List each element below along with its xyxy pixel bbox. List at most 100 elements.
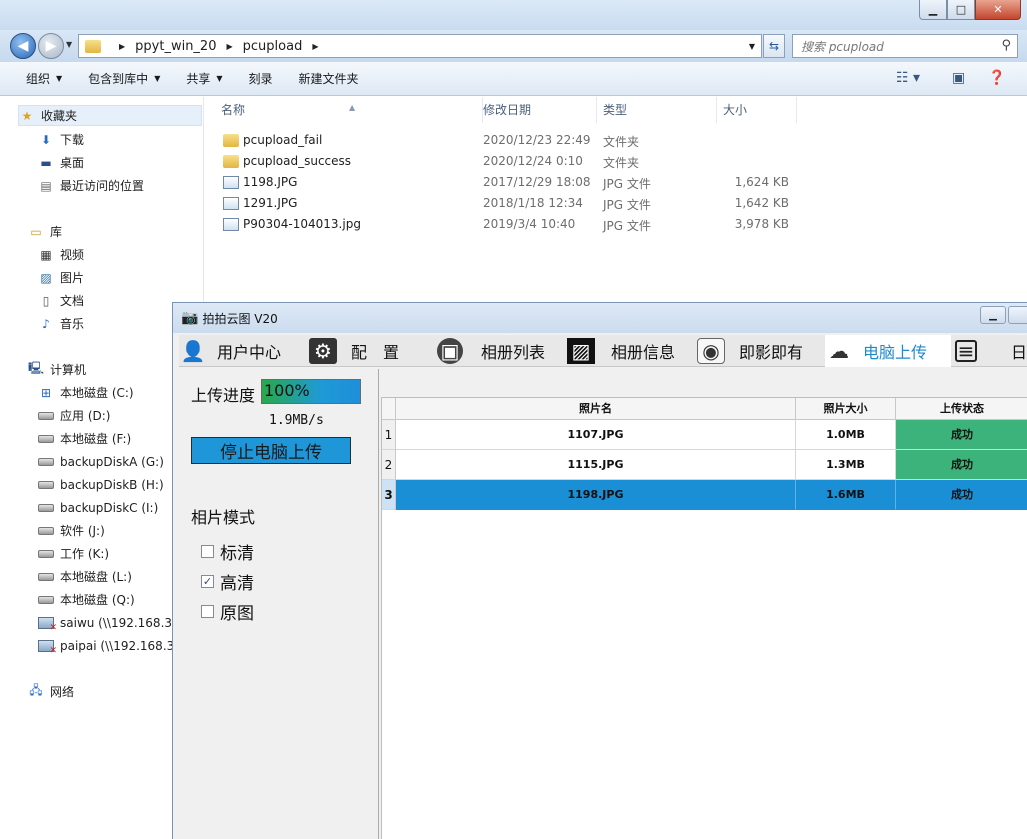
column-header-size[interactable]: 大小 bbox=[715, 97, 797, 123]
checkbox[interactable]: ✓ bbox=[201, 575, 214, 588]
nav-drive-l[interactable]: 本地磁盘 (L:) bbox=[38, 566, 132, 587]
table-row[interactable]: 1 1107.JPG 1.0MB 成功 bbox=[382, 420, 1027, 450]
file-row[interactable]: P90304-104013.jpg 2019/3/4 10:40 JPG 文件 … bbox=[205, 214, 1027, 235]
help-icon[interactable]: ❓ bbox=[988, 70, 1005, 86]
drive-icon bbox=[38, 409, 54, 423]
command-label: 共享 bbox=[186, 72, 211, 86]
tab-settings[interactable]: ⚙ 配 置 bbox=[309, 335, 435, 367]
image-file-icon bbox=[223, 176, 239, 189]
checkbox[interactable] bbox=[201, 545, 214, 558]
nav-music[interactable]: ♪ 音乐 bbox=[38, 313, 84, 334]
forward-button[interactable]: ▶ bbox=[38, 33, 64, 59]
column-header-photo-size[interactable]: 照片大小 bbox=[796, 398, 896, 420]
column-label: 大小 bbox=[723, 103, 748, 117]
column-header-date[interactable]: 修改日期 bbox=[475, 97, 597, 123]
address-dropdown-icon[interactable]: ▼ bbox=[749, 42, 755, 51]
tab-user-center[interactable]: 👤 用户中心 bbox=[179, 335, 307, 367]
file-row[interactable]: 1291.JPG 2018/1/18 12:34 JPG 文件 1,642 KB bbox=[205, 193, 1027, 214]
recent-pages-dropdown[interactable]: ▼ bbox=[66, 40, 72, 49]
tab-label: 日 bbox=[1011, 343, 1027, 362]
nav-computer[interactable]: 🖳 计算机 bbox=[28, 359, 86, 380]
column-header-name[interactable]: 名称 ▲ bbox=[213, 97, 483, 123]
file-size: 3,978 KB bbox=[734, 217, 789, 231]
file-row[interactable]: 1198.JPG 2017/12/29 18:08 JPG 文件 1,624 K… bbox=[205, 172, 1027, 193]
nav-drive-d[interactable]: 应用 (D:) bbox=[38, 405, 110, 426]
new-folder-button[interactable]: 新建文件夹 bbox=[299, 70, 359, 87]
breadcrumb-item[interactable]: ppyt_win_20 bbox=[135, 39, 216, 54]
list-icon: ≡ bbox=[955, 339, 977, 363]
address-bar[interactable]: ▶ ppyt_win_20 ▶ pcupload ▶ ▼ bbox=[78, 34, 762, 58]
close-button[interactable]: ✕ bbox=[975, 0, 1021, 20]
nav-favorites[interactable]: ★ 收藏夹 bbox=[18, 105, 202, 126]
checkbox[interactable] bbox=[201, 605, 214, 618]
row-index: 1 bbox=[382, 420, 396, 450]
mode-hd-checkbox[interactable]: ✓ 高清 bbox=[201, 569, 254, 594]
sort-ascending-icon: ▲ bbox=[349, 103, 356, 112]
burn-button[interactable]: 刻录 bbox=[249, 70, 273, 87]
search-icon[interactable]: ⚲ bbox=[1001, 38, 1011, 53]
camera-app-icon: 📷 bbox=[181, 310, 199, 326]
nav-drive-j[interactable]: 软件 (J:) bbox=[38, 520, 105, 541]
desktop-icon: ▬ bbox=[40, 155, 52, 170]
breadcrumb-item[interactable]: pcupload bbox=[243, 39, 303, 54]
nav-network[interactable]: 🖧 网络 bbox=[28, 681, 74, 702]
nav-label: backupDiskA (G:) bbox=[60, 454, 164, 469]
nav-desktop[interactable]: ▬ 桌面 bbox=[38, 152, 84, 173]
command-label: 刻录 bbox=[248, 72, 273, 86]
nav-recent-places[interactable]: ▤ 最近访问的位置 bbox=[38, 175, 144, 196]
file-row[interactable]: pcupload_success 2020/12/24 0:10 文件夹 bbox=[205, 151, 1027, 172]
back-button[interactable]: ◀ bbox=[10, 33, 36, 59]
file-row[interactable]: pcupload_fail 2020/12/23 22:49 文件夹 bbox=[205, 130, 1027, 151]
nav-drive-h[interactable]: backupDiskB (H:) bbox=[38, 474, 164, 495]
nav-documents[interactable]: ▯ 文档 bbox=[38, 290, 84, 311]
column-header-photo-name[interactable]: 照片名 bbox=[396, 398, 796, 420]
nav-drive-i[interactable]: backupDiskC (I:) bbox=[38, 497, 158, 518]
mode-original-checkbox[interactable]: 原图 bbox=[201, 599, 254, 624]
app-maximize-button[interactable] bbox=[1008, 306, 1027, 324]
include-in-library-button[interactable]: 包含到库中 ▼ bbox=[88, 70, 160, 87]
tab-album-list[interactable]: ▣ 相册列表 bbox=[437, 335, 563, 367]
table-row[interactable]: 3 1198.JPG 1.6MB 成功 bbox=[382, 480, 1027, 510]
tab-pc-upload[interactable]: ☁ 电脑上传 bbox=[825, 335, 951, 367]
app-minimize-button[interactable]: ▁ bbox=[980, 306, 1006, 324]
maximize-button[interactable]: □ bbox=[947, 0, 975, 20]
nav-network-drive-paipai[interactable]: paipai (\\192.168.3. bbox=[38, 635, 178, 656]
tab-instant-print[interactable]: ◉ 即影即有 bbox=[697, 335, 823, 367]
file-name: P90304-104013.jpg bbox=[243, 217, 361, 231]
chevron-down-icon: ▼ bbox=[154, 74, 161, 83]
table-row[interactable]: 2 1115.JPG 1.3MB 成功 bbox=[382, 450, 1027, 480]
nav-downloads[interactable]: ⬇ 下载 bbox=[38, 129, 84, 150]
file-type: JPG 文件 bbox=[603, 177, 651, 191]
minimize-button[interactable]: ▁ bbox=[919, 0, 947, 20]
view-options-icon[interactable]: ☷ ▾ bbox=[896, 70, 920, 86]
column-header-type[interactable]: 类型 bbox=[595, 97, 717, 123]
photo-mode-label: 相片模式 bbox=[191, 508, 256, 527]
nav-libraries[interactable]: ▭ 库 bbox=[28, 221, 62, 242]
tab-log[interactable]: ≡ 日 bbox=[955, 335, 1027, 367]
file-name: 1198.JPG bbox=[243, 175, 298, 189]
search-input[interactable]: 搜索 pcupload ⚲ bbox=[792, 34, 1018, 58]
nav-network-drive-saiwu[interactable]: saiwu (\\192.168.3.3 bbox=[38, 612, 183, 633]
image-file-icon bbox=[223, 218, 239, 231]
nav-drive-q[interactable]: 本地磁盘 (Q:) bbox=[38, 589, 135, 610]
organize-button[interactable]: 组织 ▼ bbox=[26, 70, 62, 87]
nav-drive-f[interactable]: 本地磁盘 (F:) bbox=[38, 428, 131, 449]
music-icon: ♪ bbox=[42, 316, 50, 331]
drive-icon bbox=[38, 501, 54, 515]
refresh-icon: ⇆ bbox=[768, 39, 780, 53]
share-button[interactable]: 共享 ▼ bbox=[186, 70, 222, 87]
chevron-right-icon[interactable]: ▶ bbox=[312, 42, 318, 51]
nav-drive-k[interactable]: 工作 (K:) bbox=[38, 543, 109, 564]
stop-upload-button[interactable]: 停止电脑上传 bbox=[191, 437, 351, 464]
column-header-upload-status[interactable]: 上传状态 bbox=[896, 398, 1027, 420]
tab-album-info[interactable]: ▨ 相册信息 bbox=[567, 335, 693, 367]
nav-videos[interactable]: ▦ 视频 bbox=[38, 244, 84, 265]
nav-drive-c[interactable]: ⊞ 本地磁盘 (C:) bbox=[38, 382, 134, 403]
refresh-button[interactable]: ⇆ bbox=[763, 34, 785, 58]
mode-standard-checkbox[interactable]: 标清 bbox=[201, 539, 254, 564]
preview-pane-icon[interactable]: ▣ bbox=[952, 70, 965, 86]
chevron-right-icon[interactable]: ▶ bbox=[119, 42, 125, 51]
chevron-right-icon[interactable]: ▶ bbox=[226, 42, 232, 51]
nav-pictures[interactable]: ▨ 图片 bbox=[38, 267, 84, 288]
nav-drive-g[interactable]: backupDiskA (G:) bbox=[38, 451, 164, 472]
